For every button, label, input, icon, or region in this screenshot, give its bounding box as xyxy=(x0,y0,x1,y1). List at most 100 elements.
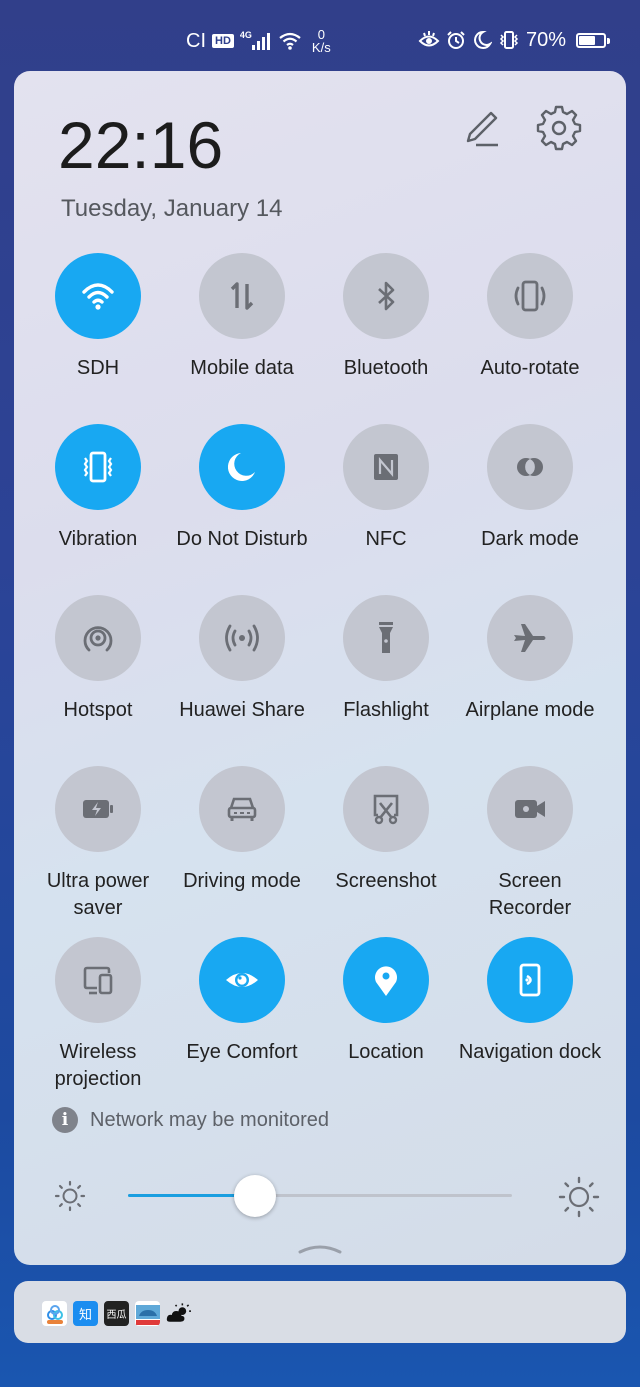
data-arrows-icon xyxy=(230,282,254,310)
toggle-screenshot-button[interactable] xyxy=(343,766,429,852)
projection-icon xyxy=(83,966,113,995)
location-pin-icon xyxy=(375,966,397,996)
sun-small-icon xyxy=(54,1180,86,1212)
toggle-airplane-mode[interactable]: Airplane mode xyxy=(458,595,602,724)
toggle-do-not-disturb-button[interactable] xyxy=(199,424,285,510)
toggle-nfc-button[interactable] xyxy=(343,424,429,510)
toggle-screen-recorder-button[interactable] xyxy=(487,766,573,852)
toggle-label: Hotspot xyxy=(63,699,133,721)
toggle-location[interactable]: Location xyxy=(314,937,458,1066)
gear-icon xyxy=(536,105,582,151)
toggle-flashlight-button[interactable] xyxy=(343,595,429,681)
edit-button[interactable] xyxy=(460,107,504,151)
toggle-label: NFC xyxy=(365,528,407,550)
toggle-wireless-projection[interactable]: Wireless projection xyxy=(26,937,170,1093)
hotspot-icon xyxy=(83,626,113,652)
collapse-handle[interactable] xyxy=(298,1241,342,1255)
pencil-icon xyxy=(466,111,498,147)
brightness-control xyxy=(54,1175,600,1218)
clock[interactable]: 22:16 xyxy=(58,107,223,183)
share-signal-icon xyxy=(225,624,259,652)
brightness-thumb[interactable] xyxy=(233,1175,276,1217)
toggle-eye-comfort-button[interactable] xyxy=(199,937,285,1023)
toggle-flashlight[interactable]: Flashlight xyxy=(314,595,458,724)
date-label[interactable]: Tuesday, January 14 xyxy=(61,195,282,223)
xigua-icon: 西瓜 xyxy=(104,1301,129,1326)
toggle-vibration-button[interactable] xyxy=(55,424,141,510)
toggle-auto-rotate-button[interactable] xyxy=(487,253,573,339)
brightness-slider[interactable] xyxy=(128,1175,512,1217)
toggle-label: Huawei Share xyxy=(179,699,305,721)
toggle-huawei-share-button[interactable] xyxy=(199,595,285,681)
notification-app-icons: 知 西瓜 xyxy=(42,1301,191,1326)
toggle-nfc[interactable]: NFC xyxy=(314,424,458,553)
toggle-wireless-projection-button[interactable] xyxy=(55,937,141,1023)
wifi-icon xyxy=(82,283,114,310)
toggle-screenshot[interactable]: Screenshot xyxy=(314,766,458,895)
toggle-label: Airplane mode xyxy=(465,699,595,721)
toggle-eye-comfort[interactable]: Eye Comfort xyxy=(170,937,314,1066)
toggle-label: Bluetooth xyxy=(343,357,429,379)
network-notice[interactable]: i Network may be monitored xyxy=(52,1107,329,1133)
toggle-dark-mode[interactable]: Dark mode xyxy=(458,424,602,553)
vibration-icon xyxy=(83,451,113,483)
toggle-driving-mode-button[interactable] xyxy=(199,766,285,852)
toggle-label: Eye Comfort xyxy=(186,1041,298,1063)
toggle-navigation-dock[interactable]: Navigation dock xyxy=(458,937,602,1066)
toggle-hotspot[interactable]: Hotspot xyxy=(26,595,170,724)
toggle-bluetooth-button[interactable] xyxy=(343,253,429,339)
toggle-label: Vibration xyxy=(58,528,138,550)
toggle-wifi-button[interactable] xyxy=(55,253,141,339)
toggle-bluetooth[interactable]: Bluetooth xyxy=(314,253,458,382)
bluetooth-icon xyxy=(378,281,395,311)
toggle-ultra-power-saver-button[interactable] xyxy=(55,766,141,852)
speed-unit: K/s xyxy=(311,40,331,55)
toggle-navigation-dock-button[interactable] xyxy=(487,937,573,1023)
eye-comfort-icon xyxy=(418,31,440,47)
network-type: 4G xyxy=(239,30,252,40)
video-camera-icon xyxy=(515,800,545,818)
quick-settings-panel: 22:16 Tuesday, January 14 SDH Mobile data… xyxy=(14,71,626,1265)
toggle-label: SDH xyxy=(76,357,120,379)
toggle-dark-mode-button[interactable] xyxy=(487,424,573,510)
zhihu-icon-text: 知 xyxy=(78,1307,92,1322)
wifi-status-icon xyxy=(279,32,301,50)
toggle-wifi[interactable]: SDH xyxy=(26,253,170,382)
toggle-hotspot-button[interactable] xyxy=(55,595,141,681)
info-icon: i xyxy=(52,1107,78,1133)
notification-bar[interactable]: 知 西瓜 xyxy=(14,1281,626,1343)
vibrate-icon xyxy=(499,31,519,49)
sun-large-icon xyxy=(558,1176,600,1218)
baidu-netdisk-icon xyxy=(42,1301,67,1326)
settings-button[interactable] xyxy=(536,105,582,151)
battery-level-fill xyxy=(579,35,596,45)
toggle-screen-recorder[interactable]: Screen Recorder xyxy=(458,766,602,922)
toggle-huawei-share[interactable]: Huawei Share xyxy=(170,595,314,724)
weather-icon xyxy=(166,1301,191,1326)
toggle-auto-rotate[interactable]: Auto-rotate xyxy=(458,253,602,382)
hd-badge: HD xyxy=(212,34,234,48)
car-icon xyxy=(227,797,257,821)
toggle-ultra-power-saver[interactable]: Ultra power saver xyxy=(26,766,170,922)
airplane-icon xyxy=(514,624,546,652)
toggle-mobile-data[interactable]: Mobile data xyxy=(170,253,314,382)
rotate-icon xyxy=(514,280,546,312)
toggle-do-not-disturb[interactable]: Do Not Disturb xyxy=(170,424,314,553)
scissors-icon xyxy=(373,794,399,825)
battery-icon xyxy=(576,32,611,48)
eye-icon xyxy=(226,973,258,987)
toggle-label: Location xyxy=(348,1041,424,1063)
zhihu-icon: 知 xyxy=(73,1301,98,1326)
toggle-label: Mobile data xyxy=(190,357,294,379)
signal-icon xyxy=(251,33,270,50)
network-notice-text: Network may be monitored xyxy=(90,1108,329,1131)
toggle-vibration[interactable]: Vibration xyxy=(26,424,170,553)
toggle-mobile-data-button[interactable] xyxy=(199,253,285,339)
toggle-location-button[interactable] xyxy=(343,937,429,1023)
toggle-driving-mode[interactable]: Driving mode xyxy=(170,766,314,895)
toggle-airplane-mode-button[interactable] xyxy=(487,595,573,681)
flashlight-icon xyxy=(379,622,393,653)
car-app-icon xyxy=(135,1301,160,1326)
nav-dock-icon xyxy=(519,963,541,997)
battery-bolt-icon xyxy=(83,800,113,818)
